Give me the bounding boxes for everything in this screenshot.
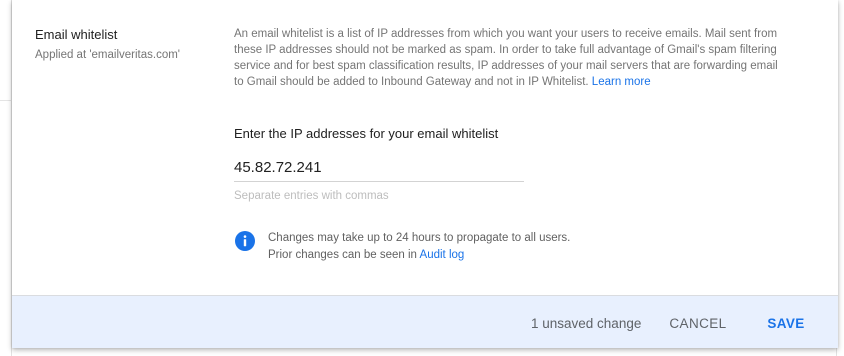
- cancel-button[interactable]: CANCEL: [662, 308, 734, 338]
- background-left-panel: [0, 0, 12, 356]
- propagation-notice: Changes may take up to 24 hours to propa…: [268, 232, 571, 244]
- audit-log-link[interactable]: Audit log: [420, 249, 465, 261]
- unsaved-changes-count: 1 unsaved change: [531, 316, 642, 331]
- setting-title: Email whitelist: [35, 27, 118, 42]
- setting-scope: Applied at 'emailveritas.com': [35, 49, 181, 61]
- ip-whitelist-input[interactable]: [234, 158, 524, 182]
- save-button[interactable]: SAVE: [756, 308, 816, 338]
- ip-field-label: Enter the IP addresses for your email wh…: [234, 126, 499, 141]
- info-icon: [235, 231, 255, 251]
- ip-field-hint: Separate entries with commas: [234, 190, 389, 202]
- save-bar: 1 unsaved change CANCEL SAVE: [12, 295, 838, 348]
- background-bottom-strip: [12, 348, 836, 356]
- audit-log-prefix: Prior changes can be seen in: [268, 249, 417, 261]
- email-whitelist-settings-card: Email whitelist Applied at 'emailveritas…: [12, 0, 838, 348]
- learn-more-link[interactable]: Learn more: [592, 76, 651, 88]
- audit-log-notice: Prior changes can be seen in Audit log: [268, 249, 464, 261]
- background-divider: [0, 100, 12, 101]
- setting-description: An email whitelist is a list of IP addre…: [234, 26, 782, 90]
- description-text: An email whitelist is a list of IP addre…: [234, 28, 778, 88]
